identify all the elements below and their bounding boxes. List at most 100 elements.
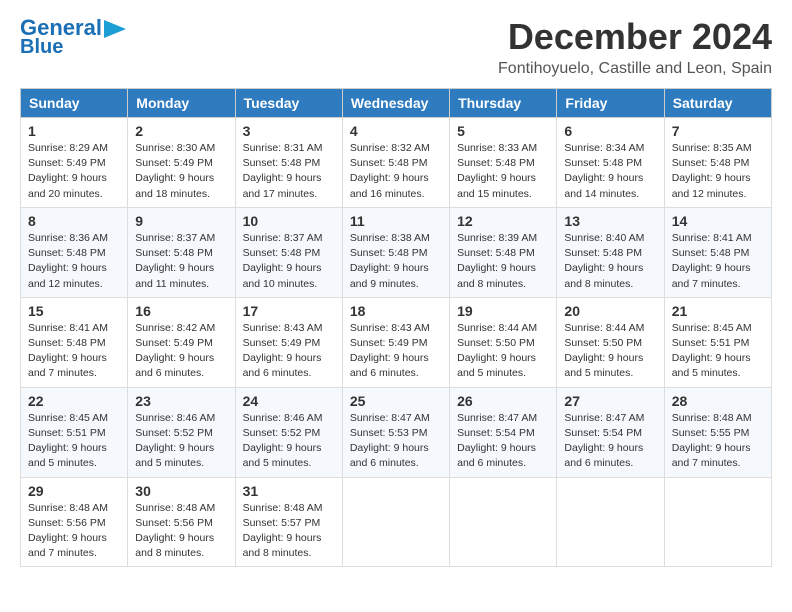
day-number: 29: [28, 483, 120, 499]
day-cell-31: 31 Sunrise: 8:48 AMSunset: 5:57 PMDaylig…: [235, 477, 342, 567]
day-header-thursday: Thursday: [450, 89, 557, 118]
day-cell-21: 21 Sunrise: 8:45 AMSunset: 5:51 PMDaylig…: [664, 297, 771, 387]
day-info: Sunrise: 8:44 AMSunset: 5:50 PMDaylight:…: [457, 322, 537, 380]
day-number: 5: [457, 123, 549, 139]
day-number: 2: [135, 123, 227, 139]
day-cell-30: 30 Sunrise: 8:48 AMSunset: 5:56 PMDaylig…: [128, 477, 235, 567]
day-number: 12: [457, 213, 549, 229]
day-cell-26: 26 Sunrise: 8:47 AMSunset: 5:54 PMDaylig…: [450, 387, 557, 477]
day-header-sunday: Sunday: [21, 89, 128, 118]
day-number: 27: [564, 393, 656, 409]
day-info: Sunrise: 8:46 AMSunset: 5:52 PMDaylight:…: [135, 412, 215, 470]
day-cell-1: 1 Sunrise: 8:29 AMSunset: 5:49 PMDayligh…: [21, 118, 128, 208]
day-cell-17: 17 Sunrise: 8:43 AMSunset: 5:49 PMDaylig…: [235, 297, 342, 387]
day-number: 31: [243, 483, 335, 499]
day-number: 6: [564, 123, 656, 139]
day-info: Sunrise: 8:29 AMSunset: 5:49 PMDaylight:…: [28, 142, 108, 200]
empty-cell: [450, 477, 557, 567]
day-cell-8: 8 Sunrise: 8:36 AMSunset: 5:48 PMDayligh…: [21, 207, 128, 297]
day-number: 19: [457, 303, 549, 319]
day-number: 11: [350, 213, 442, 229]
calendar-week-4: 22 Sunrise: 8:45 AMSunset: 5:51 PMDaylig…: [21, 387, 772, 477]
day-number: 10: [243, 213, 335, 229]
day-number: 8: [28, 213, 120, 229]
day-info: Sunrise: 8:44 AMSunset: 5:50 PMDaylight:…: [564, 322, 644, 380]
calendar-week-2: 8 Sunrise: 8:36 AMSunset: 5:48 PMDayligh…: [21, 207, 772, 297]
calendar-week-3: 15 Sunrise: 8:41 AMSunset: 5:48 PMDaylig…: [21, 297, 772, 387]
empty-cell: [664, 477, 771, 567]
day-header-tuesday: Tuesday: [235, 89, 342, 118]
day-cell-11: 11 Sunrise: 8:38 AMSunset: 5:48 PMDaylig…: [342, 207, 449, 297]
day-cell-9: 9 Sunrise: 8:37 AMSunset: 5:48 PMDayligh…: [128, 207, 235, 297]
day-info: Sunrise: 8:34 AMSunset: 5:48 PMDaylight:…: [564, 142, 644, 200]
day-number: 14: [672, 213, 764, 229]
day-number: 17: [243, 303, 335, 319]
days-header-row: SundayMondayTuesdayWednesdayThursdayFrid…: [21, 89, 772, 118]
location-subtitle: Fontihoyuelo, Castille and Leon, Spain: [498, 60, 772, 78]
empty-cell: [557, 477, 664, 567]
day-number: 25: [350, 393, 442, 409]
day-info: Sunrise: 8:31 AMSunset: 5:48 PMDaylight:…: [243, 142, 323, 200]
day-number: 16: [135, 303, 227, 319]
day-number: 4: [350, 123, 442, 139]
day-cell-22: 22 Sunrise: 8:45 AMSunset: 5:51 PMDaylig…: [21, 387, 128, 477]
day-number: 18: [350, 303, 442, 319]
day-number: 1: [28, 123, 120, 139]
day-cell-27: 27 Sunrise: 8:47 AMSunset: 5:54 PMDaylig…: [557, 387, 664, 477]
day-number: 20: [564, 303, 656, 319]
day-number: 28: [672, 393, 764, 409]
day-number: 21: [672, 303, 764, 319]
day-info: Sunrise: 8:32 AMSunset: 5:48 PMDaylight:…: [350, 142, 430, 200]
day-info: Sunrise: 8:40 AMSunset: 5:48 PMDaylight:…: [564, 232, 644, 290]
logo: General Blue: [20, 16, 126, 58]
day-cell-6: 6 Sunrise: 8:34 AMSunset: 5:48 PMDayligh…: [557, 118, 664, 208]
day-info: Sunrise: 8:33 AMSunset: 5:48 PMDaylight:…: [457, 142, 537, 200]
day-header-saturday: Saturday: [664, 89, 771, 118]
day-cell-16: 16 Sunrise: 8:42 AMSunset: 5:49 PMDaylig…: [128, 297, 235, 387]
day-info: Sunrise: 8:37 AMSunset: 5:48 PMDaylight:…: [135, 232, 215, 290]
day-cell-29: 29 Sunrise: 8:48 AMSunset: 5:56 PMDaylig…: [21, 477, 128, 567]
day-cell-18: 18 Sunrise: 8:43 AMSunset: 5:49 PMDaylig…: [342, 297, 449, 387]
day-cell-7: 7 Sunrise: 8:35 AMSunset: 5:48 PMDayligh…: [664, 118, 771, 208]
day-number: 13: [564, 213, 656, 229]
day-info: Sunrise: 8:38 AMSunset: 5:48 PMDaylight:…: [350, 232, 430, 290]
day-number: 23: [135, 393, 227, 409]
day-info: Sunrise: 8:41 AMSunset: 5:48 PMDaylight:…: [672, 232, 752, 290]
day-info: Sunrise: 8:48 AMSunset: 5:56 PMDaylight:…: [135, 502, 215, 560]
day-cell-14: 14 Sunrise: 8:41 AMSunset: 5:48 PMDaylig…: [664, 207, 771, 297]
day-info: Sunrise: 8:47 AMSunset: 5:54 PMDaylight:…: [564, 412, 644, 470]
day-number: 30: [135, 483, 227, 499]
day-cell-15: 15 Sunrise: 8:41 AMSunset: 5:48 PMDaylig…: [21, 297, 128, 387]
day-info: Sunrise: 8:47 AMSunset: 5:53 PMDaylight:…: [350, 412, 430, 470]
day-cell-20: 20 Sunrise: 8:44 AMSunset: 5:50 PMDaylig…: [557, 297, 664, 387]
day-number: 24: [243, 393, 335, 409]
day-info: Sunrise: 8:48 AMSunset: 5:56 PMDaylight:…: [28, 502, 108, 560]
day-cell-10: 10 Sunrise: 8:37 AMSunset: 5:48 PMDaylig…: [235, 207, 342, 297]
day-cell-23: 23 Sunrise: 8:46 AMSunset: 5:52 PMDaylig…: [128, 387, 235, 477]
day-info: Sunrise: 8:45 AMSunset: 5:51 PMDaylight:…: [28, 412, 108, 470]
day-info: Sunrise: 8:45 AMSunset: 5:51 PMDaylight:…: [672, 322, 752, 380]
day-number: 7: [672, 123, 764, 139]
day-info: Sunrise: 8:47 AMSunset: 5:54 PMDaylight:…: [457, 412, 537, 470]
day-info: Sunrise: 8:42 AMSunset: 5:49 PMDaylight:…: [135, 322, 215, 380]
day-info: Sunrise: 8:46 AMSunset: 5:52 PMDaylight:…: [243, 412, 323, 470]
calendar-week-5: 29 Sunrise: 8:48 AMSunset: 5:56 PMDaylig…: [21, 477, 772, 567]
calendar-week-1: 1 Sunrise: 8:29 AMSunset: 5:49 PMDayligh…: [21, 118, 772, 208]
day-cell-24: 24 Sunrise: 8:46 AMSunset: 5:52 PMDaylig…: [235, 387, 342, 477]
day-cell-12: 12 Sunrise: 8:39 AMSunset: 5:48 PMDaylig…: [450, 207, 557, 297]
header: General Blue December 2024 Fontihoyuelo,…: [20, 16, 772, 78]
day-info: Sunrise: 8:48 AMSunset: 5:57 PMDaylight:…: [243, 502, 323, 560]
day-number: 9: [135, 213, 227, 229]
day-number: 26: [457, 393, 549, 409]
day-header-monday: Monday: [128, 89, 235, 118]
day-info: Sunrise: 8:30 AMSunset: 5:49 PMDaylight:…: [135, 142, 215, 200]
day-cell-28: 28 Sunrise: 8:48 AMSunset: 5:55 PMDaylig…: [664, 387, 771, 477]
logo-arrow-icon: [104, 20, 126, 38]
day-number: 15: [28, 303, 120, 319]
day-info: Sunrise: 8:48 AMSunset: 5:55 PMDaylight:…: [672, 412, 752, 470]
day-cell-19: 19 Sunrise: 8:44 AMSunset: 5:50 PMDaylig…: [450, 297, 557, 387]
day-cell-4: 4 Sunrise: 8:32 AMSunset: 5:48 PMDayligh…: [342, 118, 449, 208]
day-info: Sunrise: 8:43 AMSunset: 5:49 PMDaylight:…: [350, 322, 430, 380]
day-header-wednesday: Wednesday: [342, 89, 449, 118]
title-area: December 2024 Fontihoyuelo, Castille and…: [498, 16, 772, 78]
